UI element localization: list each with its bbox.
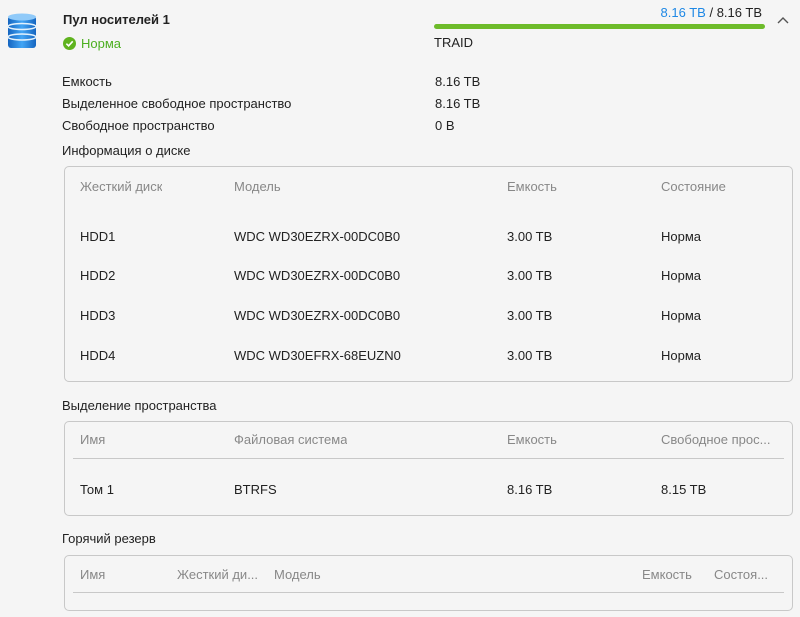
column-header[interactable]: Модель: [274, 567, 321, 582]
disk-info-table: Жесткий диск Модель Емкость Состояние HD…: [64, 166, 793, 382]
free-space-value: 0 B: [435, 118, 455, 133]
pool-used: 8.16 TB: [660, 5, 706, 20]
disk-status: Норма: [661, 348, 702, 363]
disk-status: Норма: [661, 308, 702, 323]
pool-status: Норма: [63, 36, 121, 51]
volume-filesystem: BTRFS: [234, 482, 277, 497]
capacity-value: 8.16 TB: [435, 74, 481, 89]
disk-capacity: 3.00 TB: [507, 348, 553, 363]
capacity-label: Емкость: [62, 74, 112, 89]
hot-spare-table: Имя Жесткий ди... Модель Емкость Состоя.…: [64, 555, 793, 611]
disk-status: Норма: [661, 268, 702, 283]
column-header[interactable]: Модель: [234, 179, 281, 194]
volume-capacity: 8.16 TB: [507, 482, 553, 497]
disk-name: HDD3: [80, 308, 116, 323]
allocated-free-value: 8.16 TB: [435, 96, 481, 111]
allocated-free-label: Выделенное свободное пространство: [62, 96, 292, 111]
column-header[interactable]: Имя: [80, 432, 105, 447]
disk-name: HDD4: [80, 348, 116, 363]
pool-usage-bar-fill: [434, 24, 765, 29]
column-header[interactable]: Жесткий ди...: [177, 567, 269, 582]
header-divider: [73, 458, 784, 459]
disk-status: Норма: [661, 229, 702, 244]
volume-name: Том 1: [80, 482, 114, 497]
column-header[interactable]: Свободное прос...: [661, 432, 781, 447]
disk-model: WDC WD30EZRX-00DC0B0: [234, 308, 401, 323]
disk-capacity: 3.00 TB: [507, 268, 553, 283]
column-header[interactable]: Жесткий диск: [80, 179, 162, 194]
disk-model: WDC WD30EZRX-00DC0B0: [234, 229, 401, 244]
pool-status-label: Норма: [81, 36, 122, 51]
column-header[interactable]: Файловая система: [234, 432, 347, 447]
column-header[interactable]: Емкость: [642, 567, 692, 582]
column-header[interactable]: Состоя...: [714, 567, 780, 582]
header-divider: [73, 592, 784, 593]
column-header[interactable]: Емкость: [507, 432, 557, 447]
pool-total: 8.16 TB: [716, 5, 762, 20]
disk-capacity: 3.00 TB: [507, 308, 553, 323]
disk-capacity: 3.00 TB: [507, 229, 553, 244]
volume-free: 8.15 TB: [661, 482, 707, 497]
pool-usage-separator: /: [709, 5, 714, 20]
storage-pool-icon: [6, 12, 38, 52]
column-header[interactable]: Состояние: [661, 179, 726, 194]
disk-model: WDC WD30EZRX-00DC0B0: [234, 268, 401, 283]
pool-usage-bar: [434, 24, 765, 29]
free-space-label: Свободное пространство: [62, 118, 215, 133]
chevron-up-icon[interactable]: [776, 14, 790, 26]
disk-name: HDD2: [80, 268, 116, 283]
check-circle-icon: [63, 37, 76, 50]
raid-type: TRAID: [434, 35, 473, 50]
allocation-table: Имя Файловая система Емкость Свободное п…: [64, 421, 793, 516]
hot-spare-title: Горячий резерв: [62, 531, 156, 546]
column-header[interactable]: Имя: [80, 567, 105, 582]
allocation-title: Выделение пространства: [62, 398, 217, 413]
disk-model: WDC WD30EFRX-68EUZN0: [234, 348, 401, 363]
pool-title: Пул носителей 1: [63, 12, 170, 27]
pool-usage-text: 8.16 TB / 8.16 TB: [661, 5, 762, 20]
disk-name: HDD1: [80, 229, 116, 244]
disk-info-title: Информация о диске: [62, 143, 191, 158]
column-header[interactable]: Емкость: [507, 179, 557, 194]
